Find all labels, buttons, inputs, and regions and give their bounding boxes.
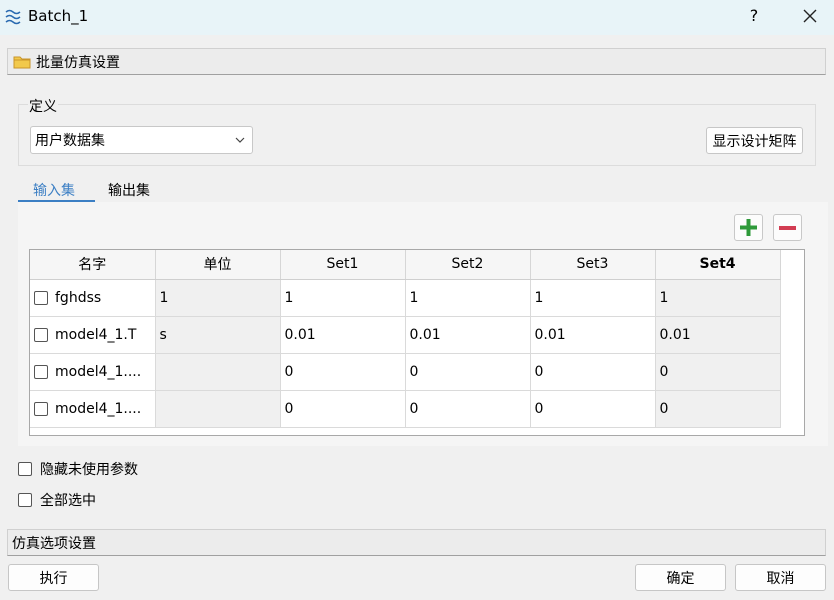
remove-button[interactable] — [773, 214, 802, 241]
value-cell[interactable]: 0 — [530, 353, 656, 391]
row-checkbox[interactable] — [34, 401, 48, 416]
tab-output-set[interactable]: 输出集 — [108, 180, 150, 200]
table-row: model4_1.... 0 0 0 0 — [30, 353, 781, 391]
value-cell[interactable]: 0.01 — [655, 316, 781, 354]
window-title: Batch_1 — [28, 7, 89, 25]
select-all-label: 全部选中 — [40, 493, 96, 509]
parameter-table: 名字 单位 Set1 Set2 Set3 Set4 fghdss 1 1 1 1… — [29, 249, 805, 436]
sim-options-label: 仿真选项设置 — [12, 535, 96, 552]
select-all-checkbox[interactable] — [18, 493, 32, 507]
column-header-unit[interactable]: 单位 — [155, 250, 281, 280]
unit-cell — [155, 390, 281, 428]
ok-button[interactable]: 确定 — [635, 564, 726, 591]
unit-cell: 1 — [155, 279, 281, 317]
value-cell[interactable]: 0.01 — [405, 316, 531, 354]
param-name: model4_1.... — [55, 363, 142, 380]
hide-unused-checkbox[interactable] — [18, 462, 32, 476]
column-header-set2[interactable]: Set2 — [405, 250, 531, 280]
help-button[interactable]: ? — [748, 6, 760, 25]
value-cell[interactable]: 0 — [530, 390, 656, 428]
value-cell[interactable]: 1 — [655, 279, 781, 317]
tab-input-set[interactable]: 输入集 — [33, 180, 75, 200]
title-bar: Batch_1 ? — [0, 0, 834, 35]
app-logo-icon — [5, 9, 21, 25]
unit-cell — [155, 353, 281, 391]
row-checkbox[interactable] — [34, 327, 48, 342]
value-cell[interactable]: 1 — [530, 279, 656, 317]
value-cell[interactable]: 0 — [405, 353, 531, 391]
table-header-row: 名字 单位 Set1 Set2 Set3 Set4 — [30, 250, 781, 280]
column-header-set4[interactable]: Set4 — [655, 250, 781, 280]
param-name: model4_1.... — [55, 400, 142, 417]
row-checkbox[interactable] — [34, 290, 48, 305]
plus-icon — [740, 219, 757, 236]
batch-settings-header[interactable]: 批量仿真设置 — [7, 48, 826, 75]
value-cell[interactable]: 0 — [405, 390, 531, 428]
value-cell[interactable]: 1 — [280, 279, 406, 317]
param-name-cell: model4_1.... — [30, 390, 156, 428]
batch-settings-label: 批量仿真设置 — [36, 54, 120, 71]
close-icon[interactable] — [800, 6, 820, 26]
unit-cell: s — [155, 316, 281, 354]
hide-unused-label: 隐藏未使用参数 — [40, 462, 138, 478]
row-checkbox[interactable] — [34, 364, 48, 379]
param-name: fghdss — [55, 289, 102, 306]
definition-group-title: 定义 — [28, 96, 58, 116]
minus-icon — [779, 226, 796, 230]
table-row: fghdss 1 1 1 1 1 — [30, 279, 781, 317]
value-cell[interactable]: 0.01 — [530, 316, 656, 354]
value-cell[interactable]: 1 — [405, 279, 531, 317]
dataset-select-value: 用户数据集 — [35, 133, 105, 149]
folder-icon — [13, 56, 31, 68]
table-row: model4_1.... 0 0 0 0 — [30, 390, 781, 428]
value-cell[interactable]: 0 — [280, 390, 406, 428]
show-design-matrix-button[interactable]: 显示设计矩阵 — [706, 127, 803, 154]
chevron-down-icon — [235, 137, 245, 143]
value-cell[interactable]: 0 — [655, 353, 781, 391]
param-name-cell: model4_1.T — [30, 316, 156, 354]
sim-options-header[interactable]: 仿真选项设置 — [7, 529, 826, 556]
value-cell[interactable]: 0 — [280, 353, 406, 391]
column-header-set1[interactable]: Set1 — [280, 250, 406, 280]
add-button[interactable] — [734, 214, 763, 241]
param-name-cell: fghdss — [30, 279, 156, 317]
value-cell[interactable]: 0 — [655, 390, 781, 428]
hide-unused-option[interactable]: 隐藏未使用参数 — [18, 459, 138, 479]
table-row: model4_1.T s 0.01 0.01 0.01 0.01 — [30, 316, 781, 354]
column-header-set3[interactable]: Set3 — [530, 250, 656, 280]
cancel-button[interactable]: 取消 — [735, 564, 826, 591]
run-button[interactable]: 执行 — [8, 564, 99, 591]
select-all-option[interactable]: 全部选中 — [18, 490, 96, 510]
column-header-name[interactable]: 名字 — [30, 250, 156, 280]
value-cell[interactable]: 0.01 — [280, 316, 406, 354]
dataset-select[interactable]: 用户数据集 — [30, 126, 253, 154]
param-name: model4_1.T — [55, 326, 137, 343]
param-name-cell: model4_1.... — [30, 353, 156, 391]
